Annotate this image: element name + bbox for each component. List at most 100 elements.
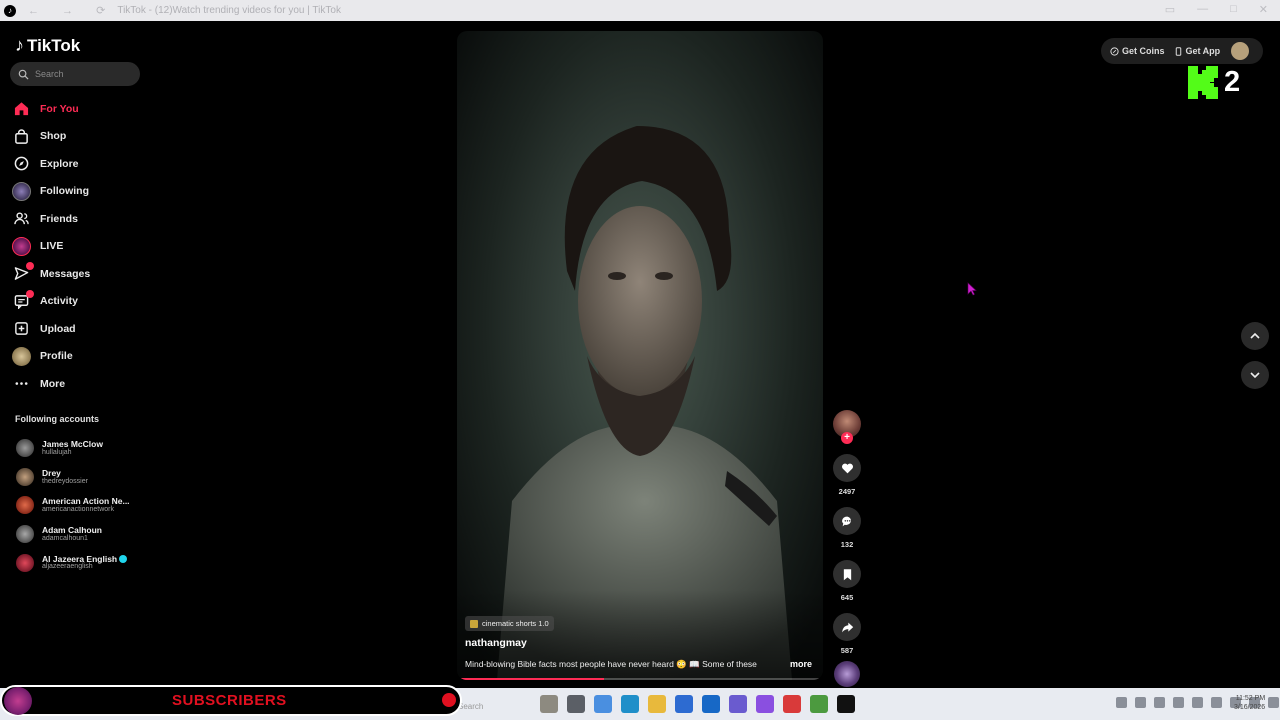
get-coins-button[interactable]: Get Coins <box>1110 46 1165 56</box>
messages-badge <box>26 262 34 271</box>
video-progress-bar[interactable] <box>461 678 819 680</box>
sidebar-item-following[interactable]: Following <box>12 178 152 206</box>
following-account[interactable]: James McClow hullalujah <box>16 434 151 463</box>
window-controls: ▭ — □ ✕ <box>1165 3 1268 16</box>
sidebar-item-live[interactable]: LIVE <box>12 233 152 261</box>
get-coins-label: Get Coins <box>1122 46 1165 56</box>
sidebar-item-friends[interactable]: Friends <box>12 205 152 233</box>
browser-nav-buttons[interactable]: ← → ⟳ <box>28 4 115 17</box>
record-indicator-icon <box>442 693 456 707</box>
next-video-button[interactable] <box>1241 361 1269 389</box>
sidebar-item-messages[interactable]: Messages <box>12 260 152 288</box>
video-author[interactable]: nathangmay <box>465 637 527 649</box>
sidebar-item-label: Shop <box>40 130 67 143</box>
maximize-icon[interactable]: □ <box>1230 3 1237 16</box>
top-right-actions: Get Coins Get App <box>1101 38 1263 64</box>
account-name: James McClow <box>42 440 103 450</box>
teams-icon[interactable] <box>729 695 747 713</box>
profile-avatar-icon <box>12 346 31 366</box>
taskbar-clock[interactable]: 11:52 PM 3/16/2026 <box>1234 694 1265 712</box>
sidebar-item-more[interactable]: More <box>12 370 152 398</box>
sidebar-nav: For You Shop Explore Following Friends L… <box>12 95 152 398</box>
sidebar-item-label: More <box>40 377 66 390</box>
close-icon[interactable]: ✕ <box>1259 3 1268 16</box>
minimize-icon[interactable]: — <box>1197 3 1208 16</box>
widgets-icon[interactable] <box>540 695 558 713</box>
messenger-icon[interactable] <box>756 695 774 713</box>
activity-badge <box>26 289 34 298</box>
display-tray-icon[interactable] <box>1211 697 1222 708</box>
sidebar-item-activity[interactable]: Activity <box>12 288 152 316</box>
following-account[interactable]: American Action Ne... americanactionnetwo… <box>16 491 151 520</box>
search-box[interactable] <box>10 62 140 86</box>
following-account[interactable]: Adam Calhoun adamcalhoun1 <box>16 520 151 549</box>
store-icon[interactable] <box>675 695 693 713</box>
effect-icon <box>470 619 478 628</box>
creator-avatar[interactable]: + <box>833 410 861 444</box>
clock-date: 3/16/2026 <box>1234 704 1266 712</box>
share-button[interactable] <box>833 613 861 641</box>
security-tray-icon[interactable] <box>1173 697 1184 708</box>
file-explorer-icon[interactable] <box>648 695 666 713</box>
more-link[interactable]: more <box>790 659 812 669</box>
video-player[interactable]: cinematic shorts 1.0 nathangmay Mind-blo… <box>457 31 823 680</box>
logo-text: TikTok <box>27 35 81 55</box>
sidebar-item-for-you[interactable]: For You <box>12 95 152 123</box>
sidebar-item-label: Upload <box>40 322 76 335</box>
phone-icon <box>1175 46 1181 56</box>
following-account[interactable]: Al Jazeera English aljazeeraenglish <box>16 548 151 577</box>
mouse-cursor-icon <box>967 282 977 296</box>
tiktok-logo[interactable]: ♪ TikTok <box>15 35 80 56</box>
streamer-avatar <box>4 686 32 715</box>
account-name: Drey <box>42 468 61 478</box>
tiktok-note-icon: ♪ <box>15 35 24 55</box>
kick-logo-icon <box>1188 66 1218 99</box>
save-button[interactable] <box>833 560 861 588</box>
messages-icon <box>12 262 34 283</box>
chrome-icon[interactable] <box>810 695 828 713</box>
comment-action: 132 <box>831 507 863 549</box>
following-account[interactable]: Drey thedreydossier <box>16 463 151 492</box>
like-button[interactable] <box>833 454 861 482</box>
comment-button[interactable] <box>833 507 861 535</box>
avatar <box>16 496 34 515</box>
subscribers-overlay: SUBSCRIBERS <box>0 685 462 716</box>
compass-icon <box>12 154 31 173</box>
browser-tab-title: TikTok - (12)Watch trending videos for y… <box>117 5 341 16</box>
edge-icon[interactable] <box>621 695 639 713</box>
effect-tag[interactable]: cinematic shorts 1.0 <box>465 616 554 631</box>
home-icon <box>12 99 31 118</box>
following-accounts-title: Following accounts <box>15 414 100 424</box>
window-layout-icon[interactable]: ▭ <box>1165 3 1175 16</box>
shopping-bag-icon <box>12 127 31 146</box>
music-disc-icon[interactable] <box>834 661 860 687</box>
save-action: 645 <box>831 560 863 602</box>
previous-video-button[interactable] <box>1241 322 1269 350</box>
network-tray-icon[interactable] <box>1135 697 1146 708</box>
avatar <box>16 439 34 458</box>
outlook-icon[interactable] <box>702 695 720 713</box>
opera-icon[interactable] <box>783 695 801 713</box>
follow-plus-icon[interactable]: + <box>841 432 853 444</box>
live-icon <box>12 236 31 256</box>
sidebar-item-label: For You <box>40 102 79 115</box>
microphone-tray-icon[interactable] <box>1192 697 1203 708</box>
tiktok-app-icon[interactable] <box>837 695 855 713</box>
search-icon <box>18 69 29 80</box>
sidebar-item-explore[interactable]: Explore <box>12 150 152 178</box>
sync-tray-icon[interactable] <box>1154 697 1165 708</box>
account-name: Adam Calhoun <box>42 525 102 535</box>
search-input[interactable] <box>35 69 125 79</box>
following-avatar-icon <box>12 181 31 201</box>
sidebar-item-shop[interactable]: Shop <box>12 123 152 151</box>
account-username: aljazeeraenglish <box>42 563 93 571</box>
taskbar-search[interactable]: Search <box>458 702 483 711</box>
battery-icon[interactable] <box>1268 697 1279 708</box>
task-view-icon[interactable] <box>567 695 585 713</box>
user-avatar[interactable] <box>1231 42 1250 60</box>
chevron-up-tray-icon[interactable] <box>1116 697 1127 708</box>
copilot-icon[interactable] <box>594 695 612 713</box>
sidebar-item-upload[interactable]: Upload <box>12 315 152 343</box>
sidebar-item-profile[interactable]: Profile <box>12 343 152 371</box>
get-app-button[interactable]: Get App <box>1174 46 1220 56</box>
